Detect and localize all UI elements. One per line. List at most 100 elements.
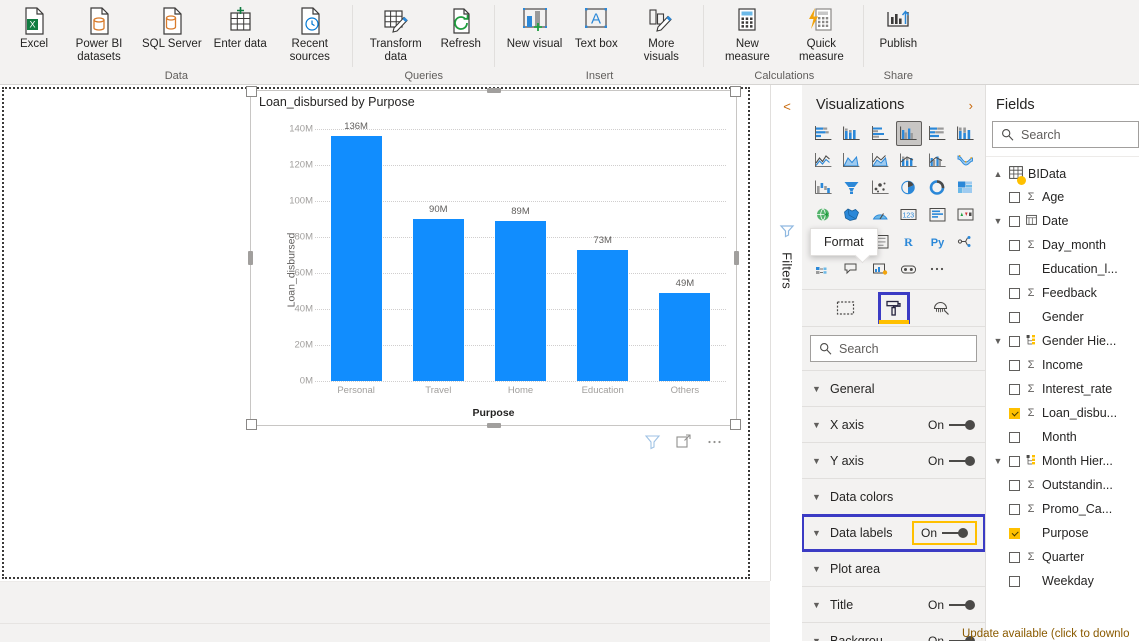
chevron-up-icon[interactable]: ▲ [992,169,1004,179]
card-icon[interactable]: 123 [896,202,923,227]
stacked-bar-chart-icon[interactable] [810,121,837,146]
bar-column[interactable]: 136M [315,129,397,381]
field-checkbox[interactable] [1009,552,1020,563]
key-influencers-icon[interactable] [810,256,837,281]
bar[interactable]: 136M [331,136,382,381]
bar[interactable]: 49M [659,293,710,381]
ribbon-button-more-visuals[interactable]: More visuals [624,2,698,66]
format-section-x-axis[interactable]: ▼X axisOn [802,407,985,443]
scatter-chart-icon[interactable] [867,175,894,200]
field-checkbox[interactable] [1009,456,1020,467]
format-section-data-labels[interactable]: ▼Data labelsOn [802,515,985,551]
field-item-day-month[interactable]: ΣDay_month [986,233,1139,257]
bar-series[interactable]: 136M 90M 89M 73M 49M [315,129,726,381]
ribbon-button-sql-server[interactable]: SQL Server [136,2,208,54]
stacked-column-chart-icon[interactable] [839,121,866,146]
stacked-area-chart-icon[interactable] [867,148,894,173]
line-stacked-column-icon[interactable] [896,148,923,173]
clustered-bar-chart-icon[interactable] [867,121,894,146]
field-item-gender-hie[interactable]: ▼Gender Hie... [986,329,1139,353]
treemap-icon[interactable] [953,175,980,200]
focus-mode-icon[interactable] [675,433,692,455]
ribbon-button-quick-measure[interactable]: Quick measure [784,2,858,66]
field-item-purpose[interactable]: Purpose [986,521,1139,545]
donut-chart-icon[interactable] [924,175,951,200]
field-item-quarter[interactable]: ΣQuarter [986,545,1139,569]
field-checkbox[interactable] [1009,360,1020,371]
ribbon-button-recent-sources[interactable]: Recent sources [273,2,347,66]
toggle-switch[interactable] [942,528,968,538]
field-item-month[interactable]: Month [986,425,1139,449]
field-checkbox[interactable] [1009,408,1020,419]
toggle-switch[interactable] [949,420,975,430]
resize-handle-br[interactable] [730,419,741,430]
field-checkbox[interactable] [1009,576,1020,587]
format-section-data-colors[interactable]: ▼Data colors [802,479,985,515]
r-script-visual-icon[interactable]: R [896,229,923,254]
clustered-column-chart-icon[interactable] [896,121,923,146]
field-item-loan-disbu[interactable]: ΣLoan_disbu... [986,401,1139,425]
ribbon-button-power-bi-datasets[interactable]: Power BI datasets [62,2,136,66]
line-chart-icon[interactable] [810,148,837,173]
ribbon-button-new-measure[interactable]: New measure [710,2,784,66]
field-item-interest-rate[interactable]: ΣInterest_rate [986,377,1139,401]
field-checkbox[interactable] [1009,432,1020,443]
toggle-switch[interactable] [949,456,975,466]
ribbon-button-text-box[interactable]: AText box [568,2,624,54]
line-clustered-column-icon[interactable] [924,148,951,173]
filter-icon[interactable] [644,433,661,455]
paginated-report-icon[interactable] [867,256,894,281]
resize-handle-tr[interactable] [730,86,741,97]
multi-row-card-icon[interactable] [924,202,951,227]
decomposition-tree-icon[interactable] [953,229,980,254]
field-checkbox[interactable] [1009,480,1020,491]
field-checkbox[interactable] [1009,336,1020,347]
field-item-gender[interactable]: Gender [986,305,1139,329]
python-visual-icon[interactable]: Py [924,229,951,254]
format-section-toggle[interactable]: On [928,418,975,432]
format-section-toggle[interactable]: On [914,523,975,543]
waterfall-chart-icon[interactable] [810,175,837,200]
resize-handle-top[interactable] [487,88,501,93]
field-item-promo-ca[interactable]: ΣPromo_Ca... [986,497,1139,521]
field-item-age[interactable]: ΣAge [986,185,1139,209]
resize-handle-bottom[interactable] [487,423,501,428]
analytics-tab[interactable] [929,295,955,321]
format-section-title[interactable]: ▼TitleOn [802,587,985,623]
field-item-education-l[interactable]: Education_l... [986,257,1139,281]
filters-expand-icon[interactable]: < [771,99,803,114]
smart-narrative-icon[interactable] [896,256,923,281]
bar[interactable]: 90M [413,219,464,381]
bar-column[interactable]: 90M [397,129,479,381]
chevron-down-icon[interactable]: ▼ [992,456,1004,466]
chevron-down-icon[interactable]: ▼ [812,456,822,466]
bar-column[interactable]: 73M [562,129,644,381]
chevron-down-icon[interactable]: ▼ [812,600,822,610]
format-section-plot-area[interactable]: ▼Plot area [802,551,985,587]
field-checkbox[interactable] [1009,216,1020,227]
arcgis-map-icon[interactable] [867,202,894,227]
field-item-date[interactable]: ▼Date [986,209,1139,233]
fields-tab[interactable] [833,295,859,321]
kpi-icon[interactable] [953,202,980,227]
bar-column[interactable]: 49M [644,129,726,381]
chevron-down-icon[interactable]: ▼ [992,336,1004,346]
map-icon[interactable] [810,202,837,227]
bar[interactable]: 73M [577,250,628,381]
field-item-outstandin[interactable]: ΣOutstandin... [986,473,1139,497]
pie-chart-icon[interactable] [896,175,923,200]
ribbon-button-publish[interactable]: Publish [870,2,926,54]
field-item-weekday[interactable]: Weekday [986,569,1139,593]
toggle-switch[interactable] [949,600,975,610]
visual-type-gallery[interactable]: 123RPy [802,121,985,283]
filters-pane-collapsed[interactable]: < Filters [770,85,804,581]
ribbon-button-enter-data[interactable]: Enter data [208,2,273,54]
get-more-visuals-icon[interactable] [924,256,951,281]
field-checkbox[interactable] [1009,528,1020,539]
chevron-down-icon[interactable]: ▼ [812,528,822,538]
field-checkbox[interactable] [1009,264,1020,275]
field-checkbox[interactable] [1009,504,1020,515]
format-section-toggle[interactable]: On [928,598,975,612]
bar-column[interactable]: 89M [479,129,561,381]
chevron-down-icon[interactable]: ▼ [812,420,822,430]
